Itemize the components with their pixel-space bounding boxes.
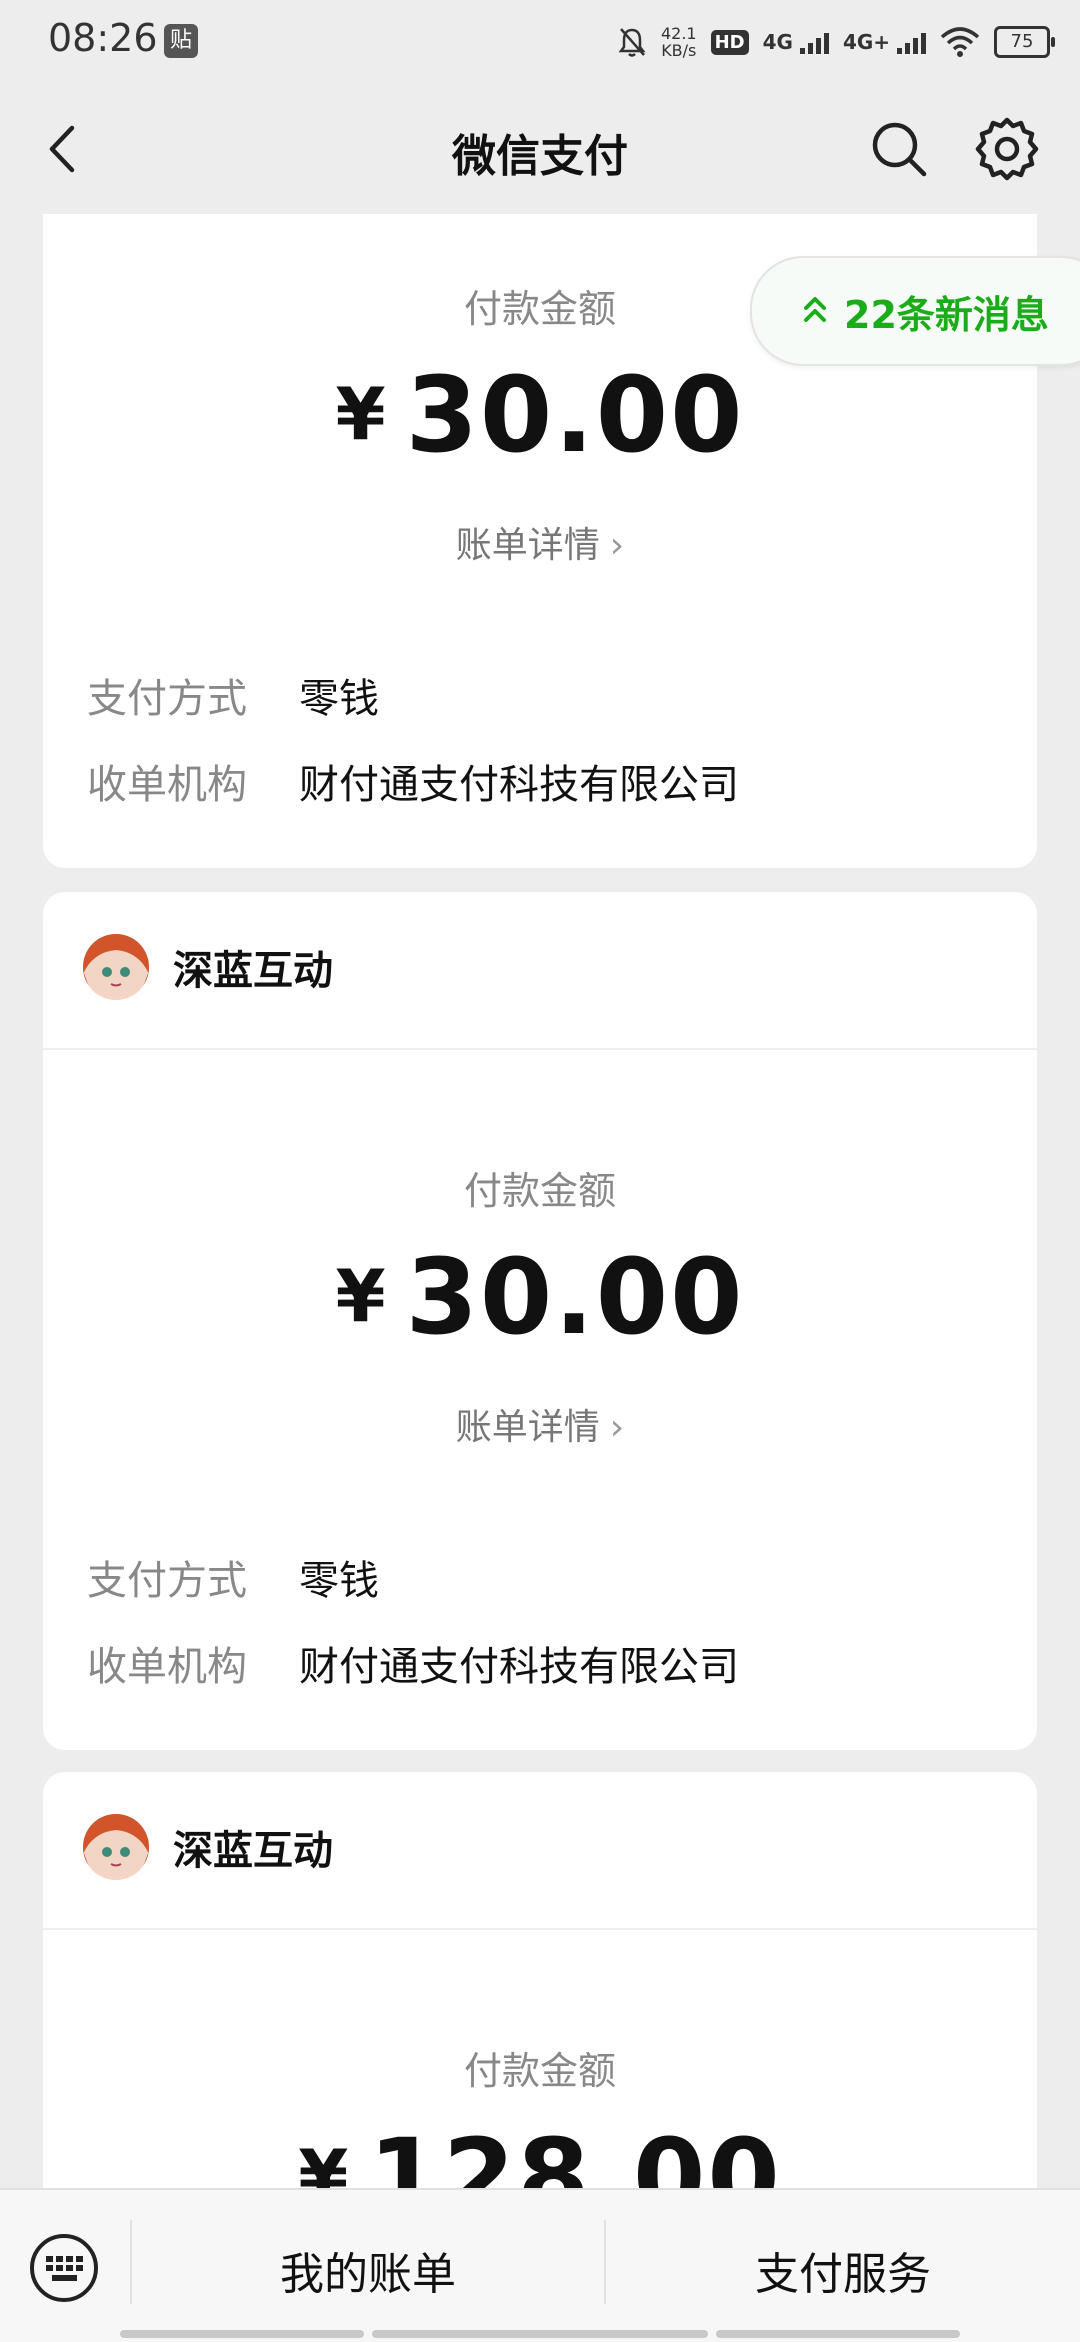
status-icons: 42.1 KB/s HD 4G 4G+ 75 xyxy=(617,18,1055,66)
tab-payment-services[interactable]: 支付服务 xyxy=(606,2238,1080,2302)
row-value: 财付通支付科技有限公司 xyxy=(299,762,739,808)
row-key: 收单机构 xyxy=(87,1644,247,1690)
divider xyxy=(43,1048,1037,1050)
nav-bar: 微信支付 xyxy=(0,84,1080,214)
nav-gesture-bar xyxy=(120,2330,364,2338)
tab-my-bills[interactable]: 我的账单 xyxy=(132,2238,604,2302)
avatar xyxy=(83,934,149,1000)
payment-method-row: 支付方式 零钱 xyxy=(87,1548,379,1606)
amount-value: 30.00 xyxy=(405,1236,745,1358)
payment-card: 深蓝互动 付款金额 ¥128.00 xyxy=(43,1772,1037,2212)
avatar xyxy=(83,1814,149,1880)
net-speed-unit: KB/s xyxy=(661,41,697,60)
merchant-name: 深蓝互动 xyxy=(173,948,333,994)
acquirer-row: 收单机构 财付通支付科技有限公司 xyxy=(87,1634,739,1692)
nav-gesture-bar xyxy=(372,2330,708,2338)
chevron-right-icon: › xyxy=(609,1407,625,1448)
nav-gesture-bar xyxy=(716,2330,960,2338)
payment-amount: ¥30.00 xyxy=(43,354,1037,476)
row-value: 财付通支付科技有限公司 xyxy=(299,1644,739,1690)
bill-details-link[interactable]: 账单详情 › xyxy=(43,1398,1037,1450)
row-key: 支付方式 xyxy=(87,1558,247,1604)
amount-value: 30.00 xyxy=(405,354,745,476)
battery-icon: 75 xyxy=(994,26,1055,58)
amount-label: 付款金额 xyxy=(463,2049,616,2093)
bottom-bar: 我的账单 支付服务 xyxy=(0,2188,1080,2342)
net-speed-value: 42.1 xyxy=(660,24,697,43)
new-messages-button[interactable]: 22条新消息 xyxy=(750,256,1080,366)
currency-symbol: ¥ xyxy=(335,1254,388,1338)
bill-details-label: 账单详情 xyxy=(455,525,600,566)
bill-details-link[interactable]: 账单详情 › xyxy=(43,516,1037,568)
search-icon[interactable] xyxy=(864,114,934,184)
amount-label: 付款金额 xyxy=(463,1169,616,1213)
payment-method-row: 支付方式 零钱 xyxy=(87,666,379,724)
payment-amount: ¥30.00 xyxy=(43,1236,1037,1358)
new-messages-label: 22条新消息 xyxy=(844,293,1049,337)
app-badge-icon: 贴 xyxy=(164,24,198,58)
row-key: 支付方式 xyxy=(87,676,247,722)
wifi-icon xyxy=(940,27,980,57)
gear-icon[interactable] xyxy=(970,112,1044,186)
merchant-name: 深蓝互动 xyxy=(173,1828,333,1874)
sim1-label: 4G xyxy=(762,30,793,54)
row-value: 零钱 xyxy=(299,1558,379,1604)
row-value: 零钱 xyxy=(299,676,379,722)
sim2-label: 4G+ xyxy=(842,30,891,54)
divider xyxy=(43,1928,1037,1930)
chevron-right-icon: › xyxy=(609,525,625,566)
row-key: 收单机构 xyxy=(87,762,247,808)
hd-icon: HD xyxy=(710,29,749,55)
currency-symbol: ¥ xyxy=(335,372,388,456)
signal-sim2-icon: 4G+ xyxy=(843,30,926,54)
status-bar: 08:26 贴 42.1 KB/s HD 4G 4G+ 75 xyxy=(0,0,1080,84)
double-chevron-up-icon xyxy=(804,297,826,322)
bill-details-label: 账单详情 xyxy=(455,1407,600,1448)
status-time: 08:26 xyxy=(48,16,158,60)
payment-card: 深蓝互动 付款金额 ¥30.00 账单详情 › 支付方式 零钱 收单机构 财付通支付科… xyxy=(43,892,1037,1750)
merchant-header[interactable]: 深蓝互动 xyxy=(83,934,333,1000)
merchant-header[interactable]: 深蓝互动 xyxy=(83,1814,333,1880)
bell-off-icon xyxy=(618,28,646,57)
keyboard-icon[interactable] xyxy=(28,2232,100,2304)
net-speed: 42.1 KB/s xyxy=(661,25,697,59)
signal-sim1-icon: 4G xyxy=(763,30,829,54)
acquirer-row: 收单机构 财付通支付科技有限公司 xyxy=(87,752,739,810)
